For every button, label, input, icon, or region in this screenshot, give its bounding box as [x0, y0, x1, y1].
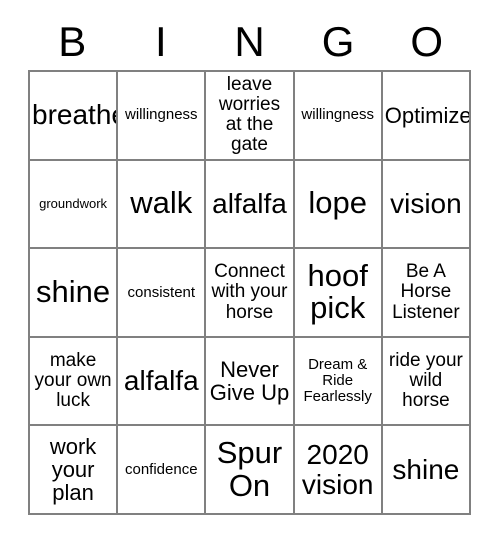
- bingo-cell[interactable]: consistent: [118, 249, 207, 338]
- bingo-cell-label: willingness: [125, 106, 198, 124]
- bingo-cell-label: make your own luck: [34, 349, 112, 412]
- bingo-cell-label: alfalfa: [212, 188, 287, 220]
- bingo-cell[interactable]: breathe: [30, 72, 119, 161]
- bingo-cell[interactable]: shine: [382, 426, 471, 515]
- bingo-header-letter-o: O: [410, 18, 443, 65]
- bingo-cell[interactable]: hoof pick: [294, 249, 383, 338]
- bingo-cell-label: confidence: [125, 460, 198, 478]
- bingo-cell[interactable]: walk: [118, 160, 207, 250]
- bingo-cell-label: consistent: [127, 283, 196, 301]
- bingo-card: B I N G O breathe willingness leave worr…: [0, 0, 500, 544]
- bingo-header-row: B I N G O: [28, 14, 471, 70]
- bingo-cell-label: vision: [390, 188, 462, 220]
- bingo-cell-label: Connect with your horse: [211, 261, 288, 323]
- bingo-cell-label: lope: [308, 185, 367, 221]
- bingo-cell-label: shine: [392, 453, 460, 485]
- bingo-cell[interactable]: lope: [294, 160, 383, 250]
- bingo-cell-label: alfalfa: [123, 365, 199, 397]
- bingo-cell-label: willingness: [301, 106, 374, 124]
- bingo-cell[interactable]: groundwork: [30, 160, 119, 250]
- bingo-grid: breathe willingness leave worries at the…: [28, 70, 471, 515]
- bingo-cell[interactable]: confidence: [118, 426, 207, 515]
- bingo-cell[interactable]: Never Give Up: [206, 337, 295, 427]
- bingo-cell[interactable]: alfalfa: [206, 160, 295, 250]
- bingo-cell[interactable]: shine: [30, 249, 119, 338]
- bingo-cell[interactable]: Spur On: [206, 426, 295, 515]
- bingo-cell[interactable]: willingness: [118, 72, 207, 161]
- bingo-cell[interactable]: Be A Horse Listener: [382, 249, 471, 338]
- bingo-cell-label: work your plan: [49, 433, 97, 506]
- bingo-cell[interactable]: Connect with your horse: [206, 249, 295, 338]
- bingo-cell-label: walk: [130, 185, 193, 221]
- bingo-header-letter-i: I: [155, 18, 167, 65]
- bingo-cell[interactable]: ride your wild horse: [382, 337, 471, 427]
- bingo-cell-label: shine: [36, 274, 111, 310]
- bingo-cell-label: breathe: [32, 99, 119, 131]
- bingo-cell[interactable]: Optimize: [382, 72, 471, 161]
- bingo-cell-label: leave worries at the gate: [218, 74, 281, 156]
- bingo-cell-label: Never Give Up: [209, 356, 290, 406]
- bingo-header-letter-g: G: [321, 18, 355, 65]
- bingo-cell[interactable]: 2020 vision: [294, 426, 383, 515]
- bingo-cell-label: groundwork: [39, 196, 108, 211]
- bingo-cell-label: ride your wild horse: [388, 349, 463, 412]
- bingo-cell-label: Spur On: [216, 434, 283, 503]
- bingo-cell[interactable]: willingness: [294, 72, 383, 161]
- bingo-cell[interactable]: alfalfa: [118, 337, 207, 427]
- bingo-cell[interactable]: vision: [382, 160, 471, 250]
- bingo-cell[interactable]: leave worries at the gate: [206, 72, 295, 161]
- bingo-cell-label: hoof pick: [307, 257, 368, 326]
- bingo-cell-label: Be A Horse Listener: [392, 261, 460, 323]
- bingo-cell-label: Optimize: [384, 102, 471, 128]
- bingo-cell[interactable]: Dream & Ride Fearlessly: [294, 337, 383, 427]
- bingo-header-letter-n: N: [234, 18, 265, 65]
- bingo-header-letter-b: B: [58, 18, 87, 65]
- bingo-cell-label: 2020 vision: [301, 439, 374, 500]
- bingo-cell[interactable]: make your own luck: [30, 337, 119, 427]
- bingo-cell[interactable]: work your plan: [30, 426, 119, 515]
- bingo-cell-label: Dream & Ride Fearlessly: [303, 356, 372, 406]
